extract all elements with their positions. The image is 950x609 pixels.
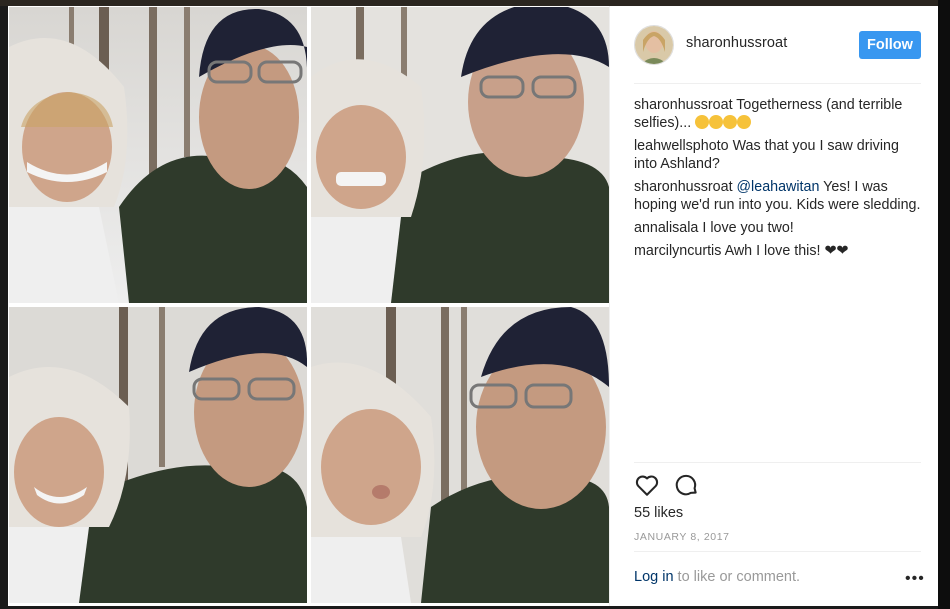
emoji-grinning-icon xyxy=(723,115,738,129)
follow-button[interactable]: Follow xyxy=(859,31,921,59)
collage-photo-2 xyxy=(311,7,609,303)
comment-item: annalisala I love you two! xyxy=(634,219,924,237)
heart-outline-icon[interactable] xyxy=(634,472,660,498)
caption: sharonhussroat Togetherness (and terribl… xyxy=(634,96,924,132)
emoji-kissing-icon xyxy=(737,115,752,129)
comment-text: Awh I love this! xyxy=(724,243,821,259)
more-options-icon[interactable]: ••• xyxy=(905,570,925,588)
comment-text: I love you two! xyxy=(702,220,794,236)
comments-list: sharonhussroat Togetherness (and terribl… xyxy=(634,96,924,265)
login-prompt-text: to like or comment. xyxy=(677,569,801,585)
avatar[interactable] xyxy=(634,25,674,65)
comment-username[interactable]: sharonhussroat xyxy=(634,179,733,195)
comment-username[interactable]: annalisala xyxy=(634,220,698,236)
comment-username[interactable]: marcilyncurtis xyxy=(634,243,721,259)
comment-item: leahwellsphoto Was that you I saw drivin… xyxy=(634,137,924,173)
username[interactable]: sharonhussroat xyxy=(686,35,787,51)
collage-photo-4 xyxy=(311,307,609,603)
post-header: sharonhussroat Follow xyxy=(610,6,939,83)
post-image[interactable] xyxy=(8,6,609,606)
comment-item: sharonhussroat @leahawitan Yes! I was ho… xyxy=(634,178,924,214)
comment-bubble-icon[interactable] xyxy=(674,472,700,498)
collage-photo-3 xyxy=(9,307,307,603)
emoji-grinning-icon xyxy=(695,115,710,129)
collage-photo-1 xyxy=(9,7,307,303)
comment-mention[interactable]: @leahawitan xyxy=(737,179,820,195)
heart-emoji-icon: ❤❤ xyxy=(824,243,849,259)
header-divider xyxy=(634,83,921,84)
comment-username[interactable]: sharonhussroat xyxy=(634,97,733,113)
actions-divider xyxy=(634,462,921,463)
login-link[interactable]: Log in xyxy=(634,569,674,585)
comment-item: marcilyncurtis Awh I love this! ❤❤ xyxy=(634,242,924,260)
lightbox-edge xyxy=(938,0,950,609)
emoji-grimacing-icon xyxy=(709,115,724,129)
post-date: JANUARY 8, 2017 xyxy=(634,531,730,543)
login-prompt: Log in to like or comment. xyxy=(634,569,800,585)
comment-username[interactable]: leahwellsphoto xyxy=(634,138,729,154)
footer-divider xyxy=(634,551,921,552)
action-bar xyxy=(634,472,734,500)
post-details-panel: sharonhussroat Follow sharonhussroat Tog… xyxy=(609,6,939,606)
likes-count[interactable]: 55 likes xyxy=(634,505,683,521)
